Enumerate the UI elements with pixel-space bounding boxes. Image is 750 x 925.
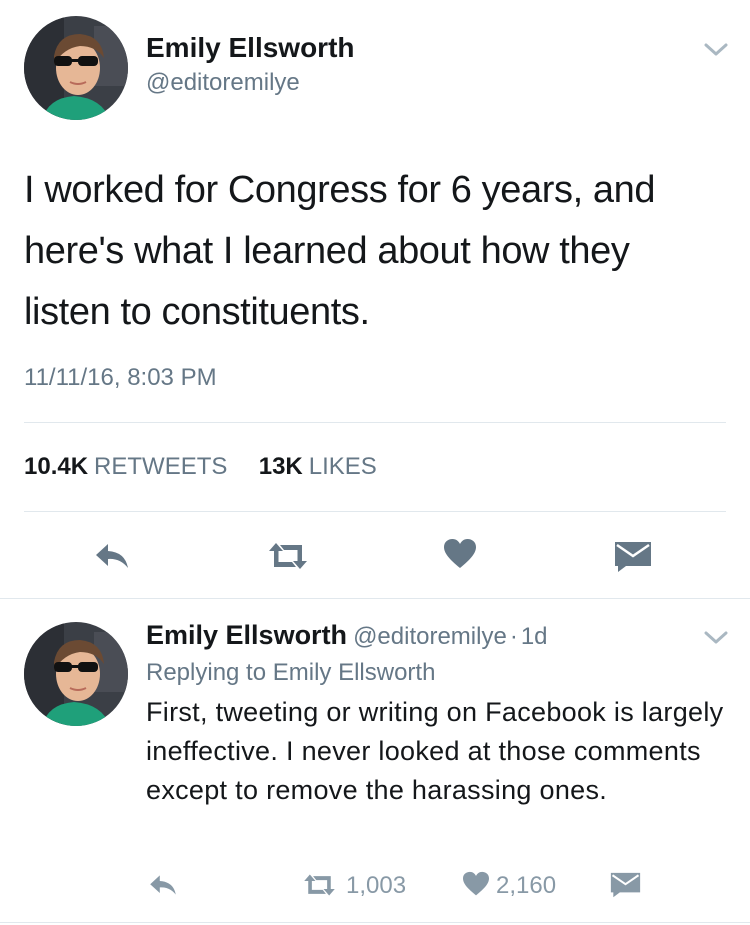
like-label: LIKES — [308, 453, 377, 480]
author-name[interactable]: Emily Ellsworth — [146, 32, 355, 64]
author-name[interactable]: Emily Ellsworth — [146, 620, 347, 650]
avatar-image — [24, 16, 128, 120]
author-handle[interactable]: @editoremilye — [353, 623, 507, 650]
envelope-icon — [615, 542, 651, 572]
like-button[interactable] — [443, 538, 477, 570]
retweet-count: 10.4K — [24, 453, 89, 480]
retweet-count: 1,003 — [346, 872, 407, 899]
reply-button[interactable] — [92, 540, 132, 572]
divider — [0, 598, 750, 599]
reply-header: Emily Ellsworth @editoremilye · 1d — [146, 620, 548, 651]
main-tweet: Emily Ellsworth @editoremilye I worked f… — [0, 0, 750, 598]
retweet-button[interactable] — [265, 540, 311, 572]
divider — [24, 511, 726, 512]
like-stat[interactable]: 13K LIKES — [259, 453, 377, 480]
avatar[interactable] — [24, 16, 128, 120]
tweet-text: I worked for Congress for 6 years, and h… — [24, 169, 656, 333]
like-count: 2,160 — [496, 872, 557, 899]
chevron-down-icon[interactable] — [703, 630, 729, 646]
tweet-timestamp[interactable]: 11/11/16, 8:03 PM — [24, 364, 217, 392]
chevron-down-icon[interactable] — [703, 42, 729, 58]
heart-icon — [463, 871, 489, 896]
tweet-text: First, tweeting or writing on Facebook i… — [146, 697, 724, 805]
divider — [24, 422, 726, 423]
retweet-stat[interactable]: 10.4K RETWEETS — [24, 453, 234, 480]
envelope-icon — [610, 872, 641, 898]
heart-icon — [444, 539, 476, 568]
divider — [0, 922, 750, 923]
reply-icon — [150, 875, 176, 895]
dm-button[interactable] — [610, 872, 641, 898]
author-handle[interactable]: @editoremilye — [146, 69, 300, 97]
like-count: 13K — [258, 453, 303, 480]
reply-button[interactable] — [147, 872, 179, 898]
retweet-button[interactable] — [301, 872, 338, 898]
like-button[interactable] — [462, 871, 490, 897]
avatar[interactable] — [24, 622, 128, 726]
tweet-stats: 10.4K RETWEETS 13K LIKES — [24, 453, 377, 481]
retweet-icon — [304, 874, 335, 896]
dm-button[interactable] — [614, 541, 652, 573]
retweet-icon — [269, 543, 307, 569]
reply-icon — [96, 544, 128, 568]
retweet-label: RETWEETS — [94, 453, 228, 480]
tweet-age[interactable]: 1d — [521, 623, 548, 650]
separator-dot: · — [509, 623, 518, 650]
avatar-image — [24, 622, 128, 726]
replying-to[interactable]: Replying to Emily Ellsworth — [146, 659, 435, 687]
